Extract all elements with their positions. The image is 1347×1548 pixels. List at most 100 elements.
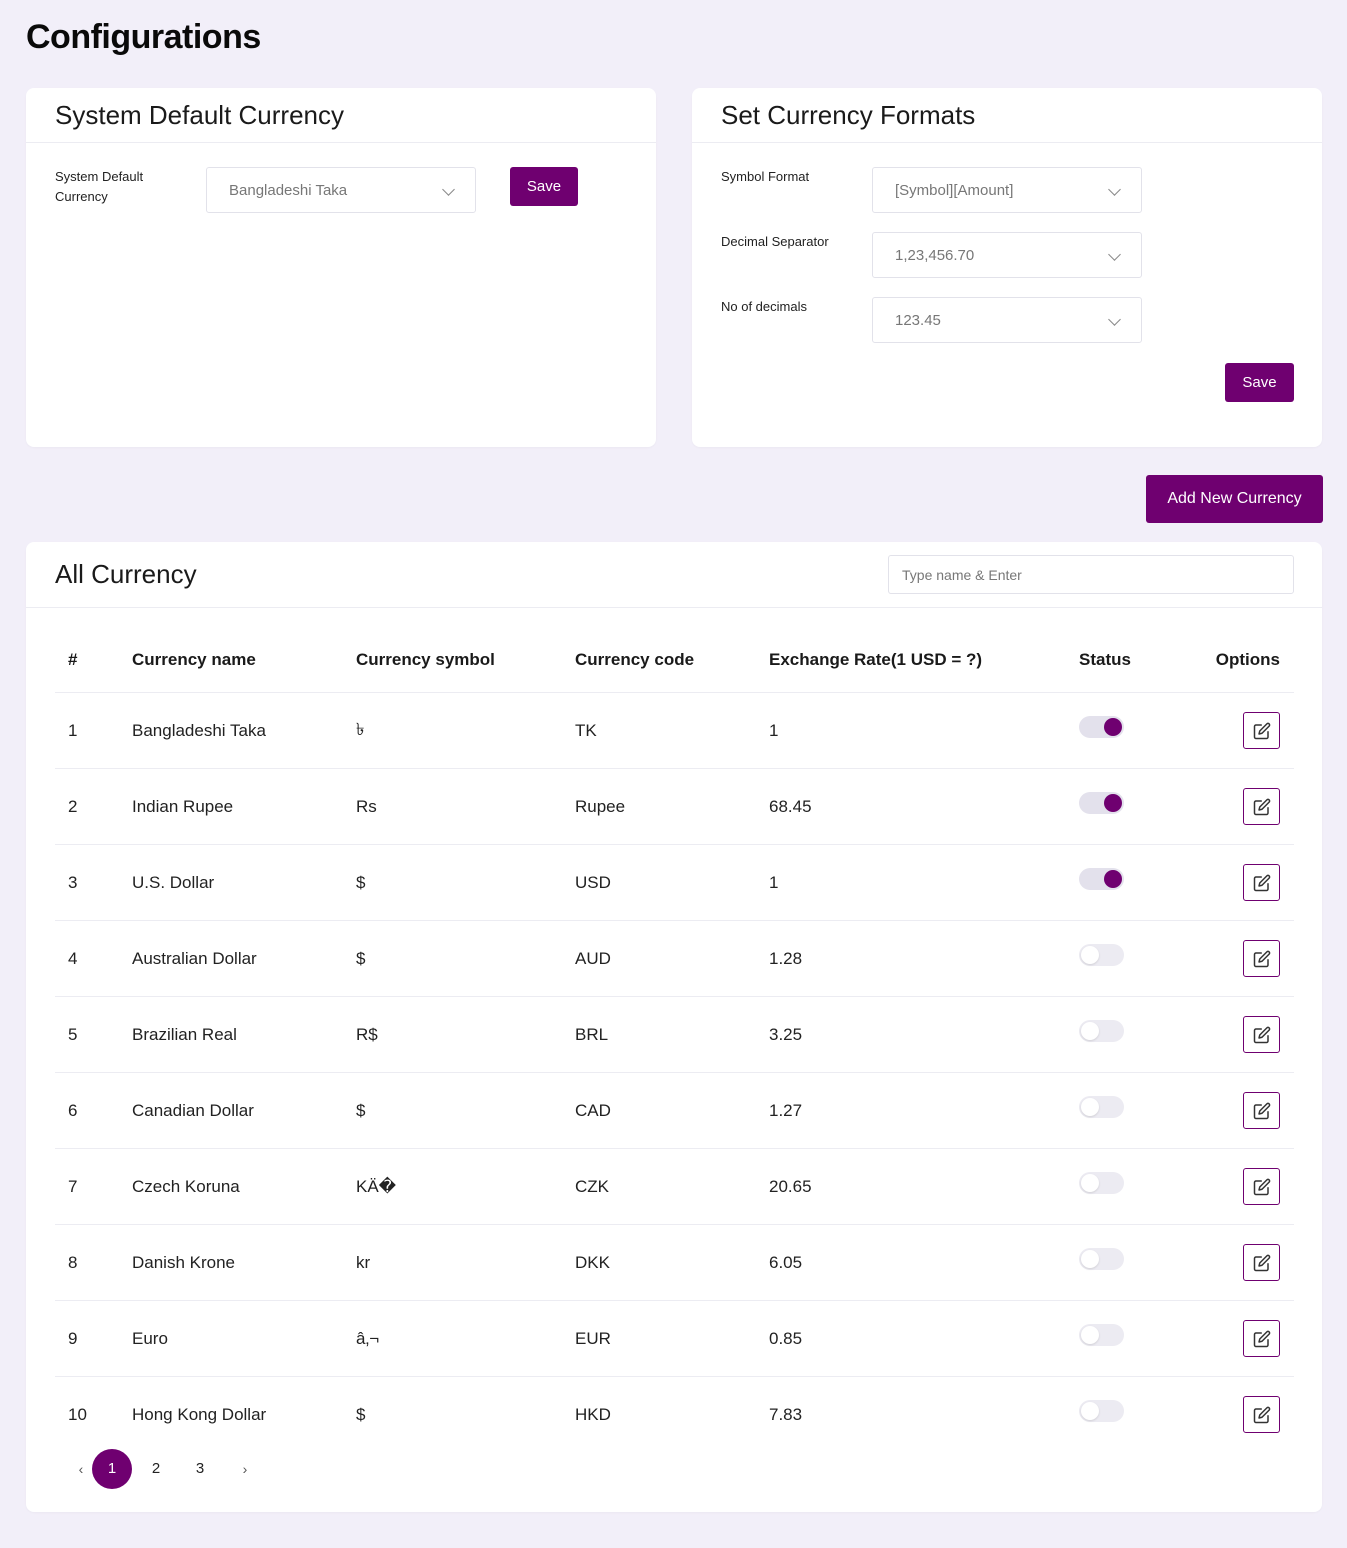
cell-number: 6: [55, 1072, 132, 1149]
edit-icon: [1253, 722, 1270, 739]
status-toggle-knob: [1081, 1250, 1099, 1269]
cell-currency-name: Australian Dollar: [132, 920, 356, 997]
status-toggle[interactable]: [1079, 716, 1124, 739]
status-toggle[interactable]: [1079, 868, 1124, 891]
column-header-exchange-rate: Exchange Rate(1 USD = ?): [769, 627, 1079, 693]
cell-currency-name: Euro: [132, 1300, 356, 1377]
cell-exchange-rate: 0.85: [769, 1300, 1079, 1377]
status-toggle[interactable]: [1079, 1324, 1124, 1347]
pagination-prev[interactable]: ‹: [72, 1461, 90, 1477]
system-default-currency-card: System Default Currency System Default C…: [26, 88, 656, 447]
edit-button[interactable]: [1243, 1396, 1280, 1433]
symbol-format-label: Symbol Format: [721, 169, 810, 184]
cell-currency-code: USD: [575, 844, 769, 921]
system-default-currency-select[interactable]: Bangladeshi Taka: [206, 167, 476, 213]
cell-options: [1203, 768, 1294, 845]
edit-button[interactable]: [1243, 1168, 1280, 1205]
cell-currency-symbol: R$: [356, 996, 575, 1073]
cell-number: 8: [55, 1224, 132, 1301]
status-toggle-knob: [1081, 1326, 1099, 1345]
cell-currency-symbol: KÄ�: [356, 1148, 575, 1225]
add-new-currency-button[interactable]: Add New Currency: [1146, 475, 1323, 523]
cell-options: [1203, 1300, 1294, 1377]
status-toggle[interactable]: [1079, 1020, 1124, 1043]
cell-number: 7: [55, 1148, 132, 1225]
symbol-format-value: [Symbol][Amount]: [895, 181, 1014, 199]
status-toggle[interactable]: [1079, 1096, 1124, 1119]
no-of-decimals-label: No of decimals: [721, 299, 807, 314]
edit-button[interactable]: [1243, 1092, 1280, 1129]
cell-currency-name: U.S. Dollar: [132, 844, 356, 921]
column-header-number: #: [55, 627, 132, 693]
cell-currency-name: Danish Krone: [132, 1224, 356, 1301]
column-header-options: Options: [1203, 627, 1294, 693]
cell-currency-symbol: Rs: [356, 768, 575, 845]
cell-number: 1: [55, 692, 132, 769]
edit-button[interactable]: [1243, 712, 1280, 749]
table-row: 10 Hong Kong Dollar $ HKD 7.83: [55, 1377, 1294, 1453]
cell-currency-code: CAD: [575, 1072, 769, 1149]
cell-currency-symbol: $: [356, 1072, 575, 1149]
edit-button[interactable]: [1243, 788, 1280, 825]
table-row: 4 Australian Dollar $ AUD 1.28: [55, 920, 1294, 997]
no-of-decimals-value: 123.45: [895, 311, 941, 329]
currency-table-body: 1 Bangladeshi Taka ৳ TK 1 2 Indian Rupee Rs Rupe…: [55, 692, 1294, 1453]
edit-icon: [1253, 874, 1270, 891]
cell-number: 10: [68, 1404, 87, 1424]
cell-options: [1203, 844, 1294, 921]
status-toggle[interactable]: [1079, 944, 1124, 967]
pagination-page-3[interactable]: 3: [180, 1449, 220, 1489]
status-toggle[interactable]: [1079, 1400, 1124, 1423]
chevron-down-icon: [1108, 183, 1121, 196]
table-row: 1 Bangladeshi Taka ৳ TK 1: [55, 692, 1294, 769]
edit-button[interactable]: [1243, 1016, 1280, 1053]
pagination-next[interactable]: ›: [236, 1461, 254, 1477]
cell-status: [1079, 1300, 1203, 1377]
pagination-page-1[interactable]: 1: [92, 1448, 132, 1489]
cell-currency-code: EUR: [575, 1300, 769, 1377]
column-header-symbol: Currency symbol: [356, 627, 575, 693]
cell-exchange-rate: 6.05: [769, 1224, 1079, 1301]
table-row: 5 Brazilian Real R$ BRL 3.25: [55, 996, 1294, 1073]
cell-number: 4: [55, 920, 132, 997]
status-toggle[interactable]: [1079, 792, 1124, 815]
cell-status: [1079, 768, 1203, 845]
cell-currency-code: AUD: [575, 920, 769, 997]
pagination-page-2[interactable]: 2: [136, 1449, 176, 1489]
status-toggle[interactable]: [1079, 1172, 1124, 1195]
system-default-currency-title: System Default Currency: [26, 88, 656, 143]
page-title: Configurations: [26, 18, 261, 56]
currency-search-input[interactable]: [888, 555, 1294, 594]
edit-icon: [1253, 1026, 1270, 1043]
edit-button[interactable]: [1243, 940, 1280, 977]
cell-status: [1079, 920, 1203, 997]
system-default-save-button[interactable]: Save: [510, 167, 578, 206]
table-row: 3 U.S. Dollar $ USD 1: [55, 844, 1294, 921]
edit-button[interactable]: [1243, 1320, 1280, 1357]
no-of-decimals-select[interactable]: 123.45: [872, 297, 1142, 343]
cell-number: 2: [55, 768, 132, 845]
currency-formats-card: Set Currency Formats Symbol Format [Symb…: [692, 88, 1322, 447]
status-toggle[interactable]: [1079, 1248, 1124, 1271]
cell-exchange-rate: 1.28: [769, 920, 1079, 997]
cell-currency-symbol: $: [356, 1404, 366, 1424]
cell-currency-symbol: â‚¬: [356, 1300, 575, 1377]
cell-number: 9: [55, 1300, 132, 1377]
system-default-currency-value: Bangladeshi Taka: [229, 181, 348, 199]
decimal-separator-select[interactable]: 1,23,456.70: [872, 232, 1142, 278]
cell-options: [1203, 692, 1294, 769]
currency-formats-save-button[interactable]: Save: [1225, 363, 1294, 402]
cell-currency-name: Bangladeshi Taka: [132, 692, 356, 769]
cell-currency-symbol: kr: [356, 1224, 575, 1301]
edit-button[interactable]: [1243, 1244, 1280, 1281]
decimal-separator-value: 1,23,456.70: [895, 246, 975, 264]
cell-currency-symbol: ৳: [356, 692, 575, 769]
edit-button[interactable]: [1243, 864, 1280, 901]
symbol-format-select[interactable]: [Symbol][Amount]: [872, 167, 1142, 213]
chevron-down-icon: [1108, 248, 1121, 261]
cell-currency-name: Hong Kong Dollar: [132, 1404, 267, 1424]
currency-formats-title: Set Currency Formats: [692, 88, 1322, 143]
cell-currency-symbol: $: [356, 844, 575, 921]
cell-exchange-rate: 20.65: [769, 1148, 1079, 1225]
table-row: 7 Czech Koruna KÄ� CZK 20.65: [55, 1148, 1294, 1225]
